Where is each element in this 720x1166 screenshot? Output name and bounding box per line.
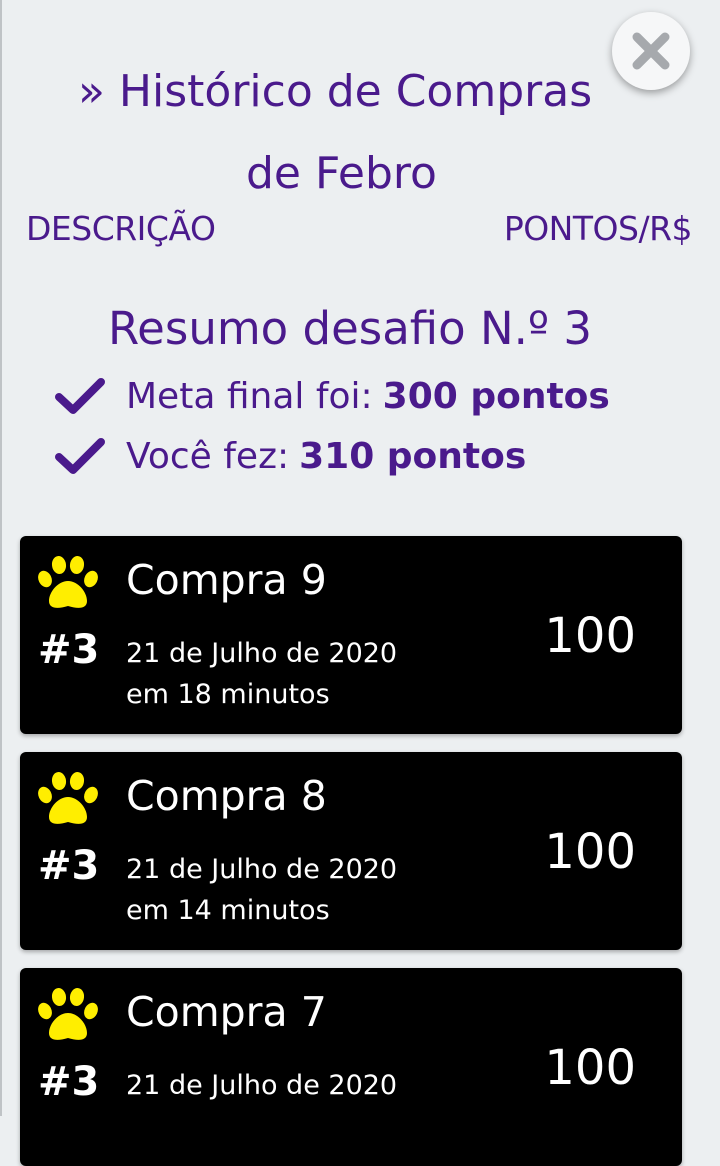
page-title-line2: de Febro [246, 148, 437, 199]
window-edge [0, 0, 2, 1116]
check-icon [55, 378, 105, 414]
summary-goal-label: Meta final foi: [126, 375, 373, 417]
purchase-name: Compra 8 [126, 772, 327, 820]
paw-icon [38, 988, 98, 1040]
summary-achieved: Você fez: 310 pontos [54, 432, 526, 480]
summary-achieved-label: Você fez: [126, 435, 290, 477]
purchase-card[interactable]: #3 Compra 9 21 de Julho de 2020 em 18 mi… [20, 536, 682, 734]
purchase-name: Compra 7 [126, 988, 327, 1036]
purchase-relative-time: em 18 minutos [126, 679, 330, 710]
close-button[interactable] [612, 12, 690, 90]
paw-icon [38, 556, 98, 608]
purchase-card[interactable]: #3 Compra 7 21 de Julho de 2020 100 [20, 968, 682, 1166]
purchase-number: #3 [38, 1059, 100, 1105]
paw-icon [38, 772, 98, 824]
check-icon [55, 438, 105, 474]
purchase-relative-time: em 14 minutos [126, 895, 330, 926]
purchase-name: Compra 9 [126, 556, 327, 604]
purchase-card[interactable]: #3 Compra 8 21 de Julho de 2020 em 14 mi… [20, 752, 682, 950]
column-header-description: DESCRIÇÃO [26, 209, 216, 248]
column-header-points: PONTOS/R$ [503, 209, 693, 248]
purchase-points: 100 [544, 608, 636, 664]
purchase-date: 21 de Julho de 2020 [126, 1070, 398, 1101]
purchase-number: #3 [38, 627, 100, 673]
close-icon [632, 32, 670, 70]
summary-title: Resumo desafio N.º 3 [107, 302, 593, 355]
purchase-number: #3 [38, 843, 100, 889]
summary-goal: Meta final foi: 300 pontos [54, 372, 610, 420]
page-title-line1: » Histórico de Compras [78, 66, 593, 117]
purchase-date: 21 de Julho de 2020 [126, 638, 398, 669]
purchase-date: 21 de Julho de 2020 [126, 854, 398, 885]
summary-achieved-value: 310 pontos [299, 435, 527, 477]
purchase-points: 100 [544, 824, 636, 880]
summary-goal-value: 300 pontos [382, 375, 610, 417]
purchase-points: 100 [544, 1040, 636, 1096]
